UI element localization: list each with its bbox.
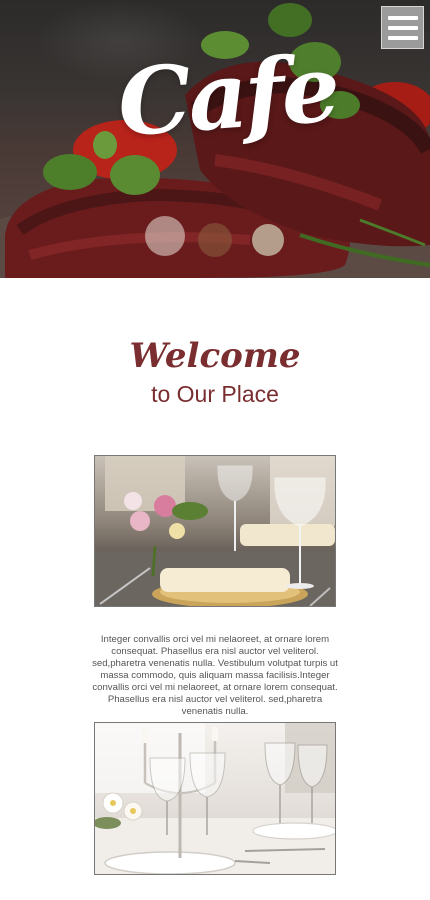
intro-paragraph: Integer convallis orci vel mi nelaoreet,… (92, 634, 338, 717)
welcome-title: Welcome (129, 336, 301, 376)
hamburger-menu-icon (387, 15, 418, 20)
cafe-logo[interactable]: Cafe (114, 29, 340, 163)
hamburger-menu-icon-bar (387, 35, 418, 40)
hamburger-menu-icon-bar (387, 25, 418, 30)
table-setting-photo (94, 455, 336, 607)
hamburger-menu-button[interactable] (381, 6, 424, 49)
hero-banner: Cafe (0, 0, 430, 278)
welcome-subtitle: to Our Place (151, 381, 279, 407)
dining-table-photo (94, 722, 336, 875)
